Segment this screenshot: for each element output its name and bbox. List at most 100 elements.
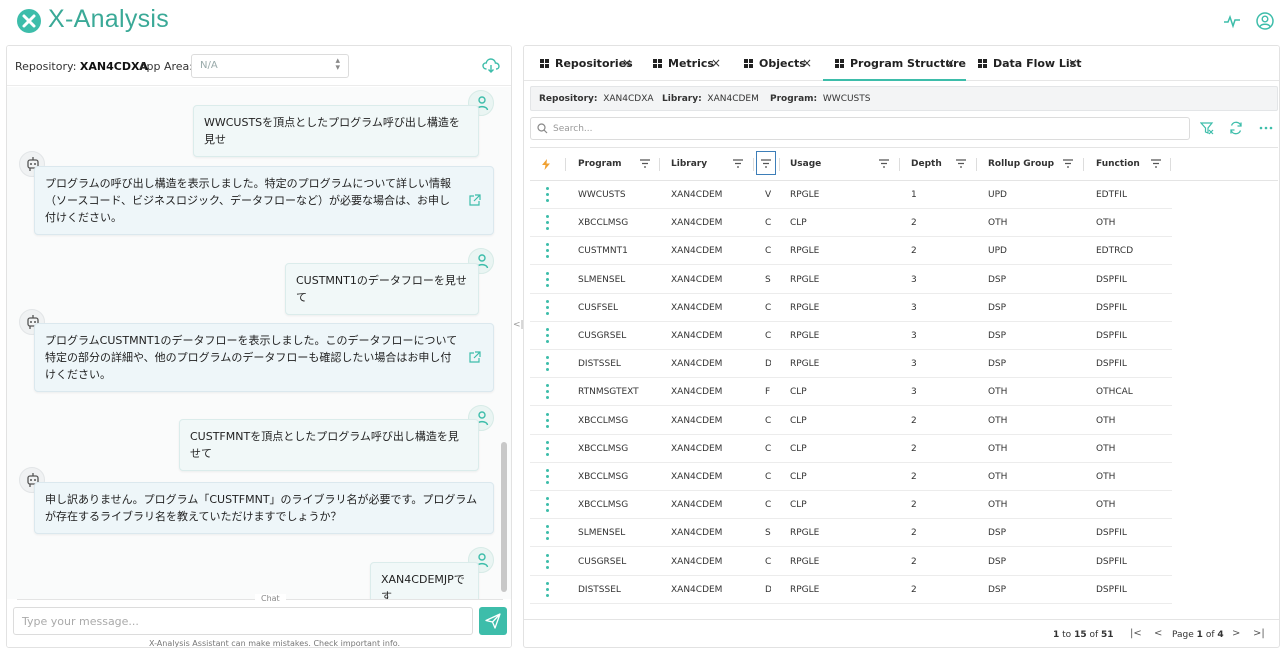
col-header-depth[interactable]: Depth (911, 148, 981, 181)
table-row[interactable]: RTNMSGTEXT XAN4CDEM F CLP 3 OTH OTHCAL (530, 378, 1172, 407)
cell-type: C (765, 246, 771, 257)
row-menu-icon[interactable] (544, 497, 550, 513)
table-row[interactable]: CUSFSEL XAN4CDEM C RPGLE 3 DSP DSPFIL (530, 294, 1172, 322)
cell-rollup-group: DSP (988, 359, 1007, 370)
app-area-value: N/A (200, 60, 218, 71)
filter-clear-icon[interactable] (1199, 121, 1214, 138)
tab-metrics[interactable]: Metrics × (653, 46, 733, 81)
table-row[interactable]: XBCCLMSG XAN4CDEM C CLP 2 OTH OTH (530, 209, 1172, 238)
next-page-icon[interactable]: > (1232, 628, 1240, 639)
table-row[interactable]: SLMENSEL XAN4CDEM S RPGLE 3 DSP DSPFIL (530, 266, 1172, 294)
column-separator (899, 158, 900, 171)
cloud-sync-icon[interactable] (482, 57, 500, 76)
table-row[interactable]: XBCCLMSG XAN4CDEM C CLP 2 OTH OTH (530, 463, 1172, 491)
table-row[interactable]: DISTSSEL XAN4CDEM D RPGLE 3 DSP DSPFIL (530, 350, 1172, 379)
external-link-icon[interactable] (468, 193, 481, 212)
external-link-icon[interactable] (468, 350, 481, 369)
col-header-function[interactable]: Function (1096, 148, 1176, 181)
repository-value: XAN4CDXA (79, 60, 148, 73)
row-menu-icon[interactable] (544, 553, 550, 570)
close-icon[interactable]: × (1068, 56, 1078, 70)
cell-function: OTH (1096, 443, 1116, 454)
row-menu-icon[interactable] (544, 356, 550, 372)
row-menu-icon[interactable] (544, 581, 550, 598)
tab-repositories[interactable]: Repositories × (540, 46, 640, 81)
table-row[interactable]: WWCUSTS XAN4CDEM V RPGLE 1 UPD EDTFIL (530, 181, 1172, 209)
cell-program: CUSGRSEL (578, 331, 627, 341)
refresh-icon[interactable] (1229, 121, 1243, 138)
cell-library: XAN4CDEM (671, 443, 723, 454)
tab-data-flow-list[interactable]: Data Flow List × (978, 46, 1088, 81)
chat-message-user: XAN4CDEMJPです (370, 562, 479, 599)
table-row[interactable]: CUSGRSEL XAN4CDEM C RPGLE 3 DSP DSPFIL (530, 322, 1172, 350)
filter-icon (761, 159, 771, 168)
close-icon[interactable]: × (802, 56, 812, 70)
col-header-rollup-group[interactable]: Rollup Group (988, 148, 1083, 181)
row-menu-icon[interactable] (544, 469, 550, 485)
row-menu-icon[interactable] (544, 215, 550, 231)
col-header-type-filter[interactable] (756, 151, 776, 175)
prev-page-icon[interactable]: < (1154, 628, 1162, 639)
chat-message-input[interactable]: Type your message... (13, 607, 473, 635)
cell-usage: RPGLE (790, 584, 820, 595)
cell-usage: RPGLE (790, 274, 820, 285)
col-header-library[interactable]: Library (671, 148, 746, 181)
table-row[interactable]: CUSTMNT1 XAN4CDEM C RPGLE 2 UPD EDTRCD (530, 237, 1172, 266)
cell-program: RTNMSGTEXT (578, 387, 639, 398)
app-area-select[interactable]: N/A ▴ ▾ (191, 54, 349, 78)
column-separator (753, 158, 754, 171)
cell-rollup-group: OTH (988, 472, 1008, 482)
row-menu-icon[interactable] (544, 525, 550, 541)
context-repository: Repository: XAN4CDXA (539, 94, 654, 104)
table-row[interactable]: SLMENSEL XAN4CDEM S RPGLE 2 DSP DSPFIL (530, 519, 1172, 548)
cell-type: F (765, 387, 771, 398)
row-menu-icon[interactable] (544, 328, 550, 344)
chat-scrollbar[interactable] (501, 87, 507, 599)
cell-depth: 1 (911, 190, 917, 200)
last-page-icon[interactable]: >| (1253, 628, 1265, 639)
cell-type: D (765, 585, 771, 595)
tab-objects[interactable]: Objects × (744, 46, 824, 81)
row-range: 1 to 15 of 51 (1053, 630, 1114, 640)
row-menu-icon[interactable] (544, 412, 550, 429)
cell-library: XAN4CDEM (671, 500, 723, 511)
table-row[interactable]: DISTSSEL XAN4CDEM D RPGLE 2 DSP DSPFIL (530, 576, 1172, 604)
send-button[interactable] (479, 607, 507, 635)
more-icon[interactable] (1259, 121, 1273, 138)
row-menu-icon[interactable] (544, 299, 550, 316)
chat-messages[interactable]: WWCUSTSを頂点としたプログラム呼び出し構造を見せ プログラムの呼び出し構造… (7, 87, 511, 599)
first-page-icon[interactable]: |< (1130, 628, 1142, 639)
grid-search-input[interactable]: Search... (530, 117, 1190, 140)
table-row[interactable]: XBCCLMSG XAN4CDEM C CLP 2 OTH OTH (530, 407, 1172, 435)
bot-message-text: プログラムCUSTMNT1のデータフローを表示しました。このデータフローについて… (45, 334, 458, 381)
cell-type: C (765, 415, 771, 426)
context-program: Program: WWCUSTS (770, 94, 871, 104)
user-account-icon[interactable] (1255, 11, 1275, 31)
cell-depth: 3 (911, 359, 917, 370)
close-icon[interactable]: × (945, 56, 955, 70)
tab-program-structure[interactable]: Program Structure × (823, 46, 966, 81)
column-separator (1083, 158, 1084, 171)
cell-usage: CLP (790, 472, 807, 482)
row-menu-icon[interactable] (544, 187, 550, 203)
row-menu-icon[interactable] (544, 440, 550, 457)
row-menu-icon[interactable] (544, 384, 550, 400)
row-menu-icon[interactable] (544, 243, 550, 259)
col-header-usage[interactable]: Usage (790, 148, 895, 181)
column-separator (565, 158, 566, 171)
close-icon[interactable]: × (711, 56, 721, 70)
col-header-program[interactable]: Program (578, 148, 658, 181)
row-menu-icon[interactable] (544, 271, 550, 288)
scrollbar-thumb[interactable] (501, 442, 507, 592)
pulse-icon[interactable] (1222, 11, 1242, 31)
cell-type: V (765, 190, 771, 200)
cell-function: EDTFIL (1096, 190, 1127, 200)
cell-library: XAN4CDEM (671, 584, 723, 595)
cell-program: CUSGRSEL (578, 556, 627, 567)
table-row[interactable]: XBCCLMSG XAN4CDEM C CLP 2 OTH OTH (530, 435, 1172, 463)
close-icon[interactable]: × (622, 56, 632, 70)
table-row[interactable]: XBCCLMSG XAN4CDEM C CLP 2 OTH OTH (530, 491, 1172, 520)
cell-usage: RPGLE (790, 359, 820, 370)
table-row[interactable]: CUSGRSEL XAN4CDEM C RPGLE 2 DSP DSPFIL (530, 548, 1172, 576)
cell-library: XAN4CDEM (671, 274, 723, 285)
